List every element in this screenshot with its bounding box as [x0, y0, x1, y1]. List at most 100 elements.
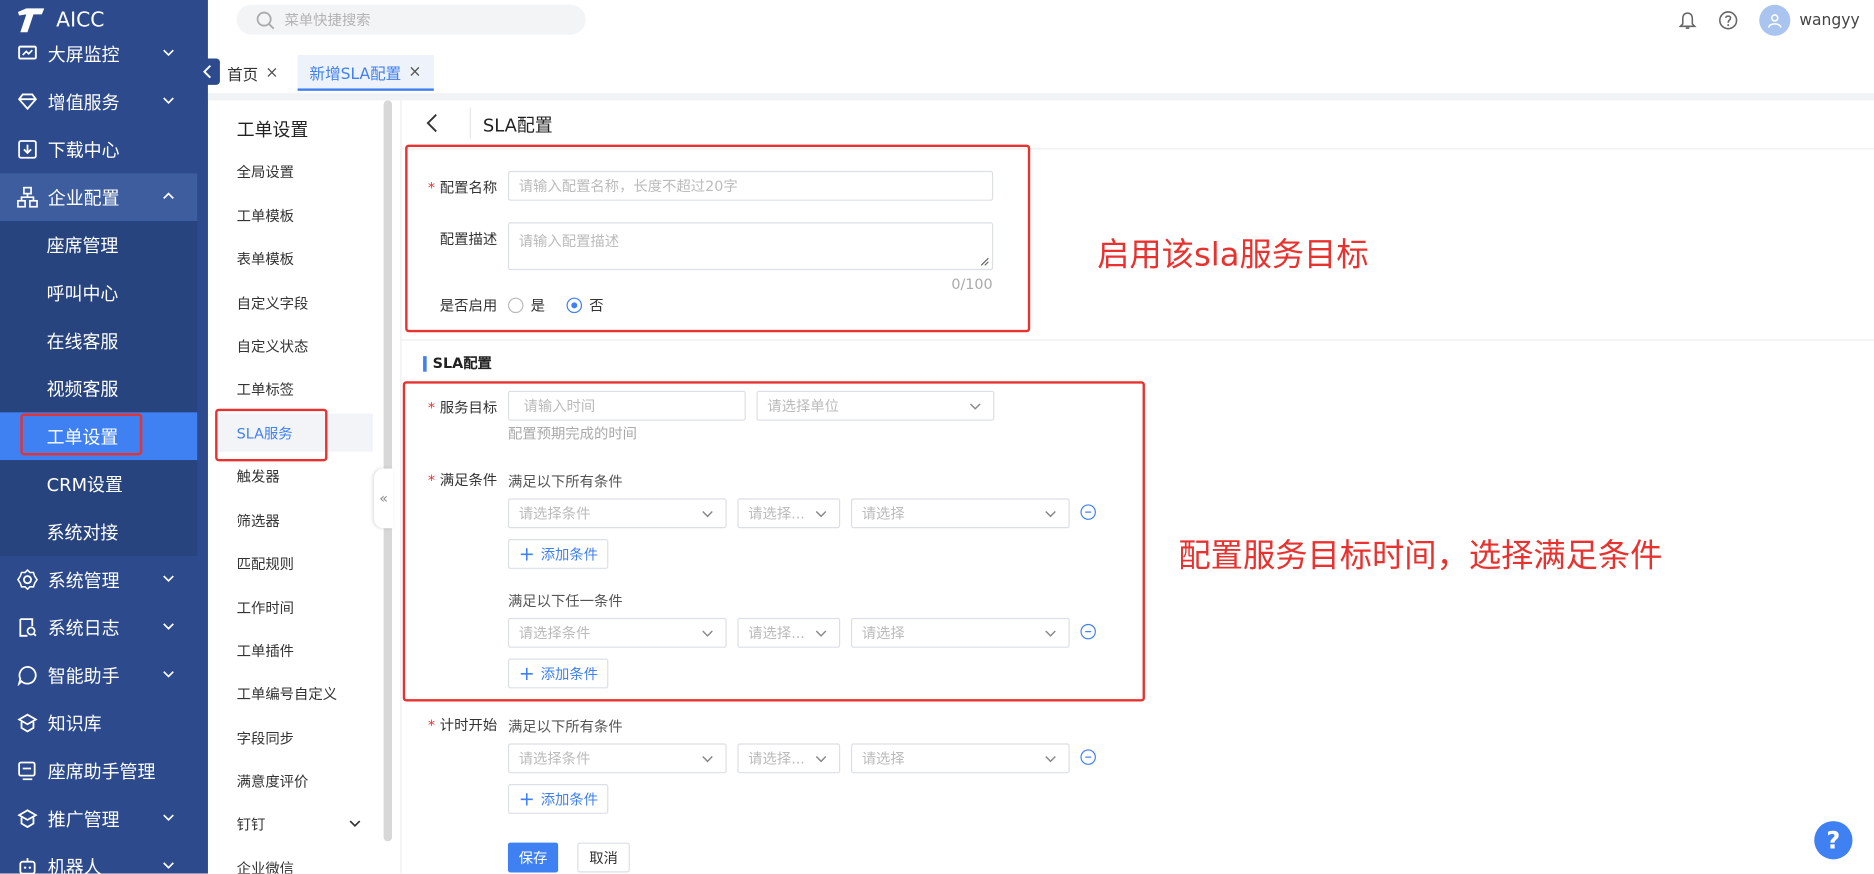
sidebar-subitem-online[interactable]: 在线客服	[0, 316, 198, 365]
floating-help-button[interactable]: ?	[1814, 821, 1853, 860]
settings-nav: 工单设置 全局设置 工单模板 表单模板 自定义字段 自定义状态 工单标签 SLA…	[215, 100, 393, 874]
target-time-input[interactable]: 请输入时间	[507, 390, 746, 421]
close-icon[interactable]: ×	[408, 63, 421, 81]
remove-condition-icon[interactable]	[1080, 623, 1096, 640]
menu-search-input[interactable]: 菜单快捷搜索	[236, 4, 586, 35]
sidebar-subitem-video[interactable]: 视频客服	[0, 364, 198, 413]
org-icon	[17, 186, 38, 208]
plus-icon: +	[518, 542, 535, 565]
settings-nav-item[interactable]: 企业微信	[215, 849, 373, 874]
operator-select[interactable]: 请选择...	[737, 498, 841, 529]
required-asterisk: *	[427, 179, 436, 197]
operator-select[interactable]: 请选择...	[737, 743, 841, 774]
settings-nav-item[interactable]: 满意度评价	[215, 761, 373, 799]
sidebar-item-monitor[interactable]: 大屏监控	[0, 30, 197, 78]
radio-enable-yes[interactable]: 是	[507, 295, 545, 315]
value-select[interactable]: 请选择	[850, 617, 1070, 648]
sidebar-subitem-callcenter[interactable]: 呼叫中心	[0, 268, 198, 317]
settings-nav-item[interactable]: 表单模板	[215, 239, 373, 277]
radio-enable-no[interactable]: 否	[566, 295, 604, 315]
conditions-label: * 满足条件	[423, 470, 497, 490]
sidebar-item-label: 系统日志	[47, 617, 120, 639]
sidebar-item-label: 企业配置	[47, 187, 120, 209]
settings-nav-item-sla[interactable]: SLA服务	[215, 413, 373, 452]
sidebar-subitem-integration[interactable]: 系统对接	[0, 507, 198, 556]
settings-nav-item[interactable]: 工单编号自定义	[215, 674, 373, 712]
user-icon	[1767, 14, 1781, 28]
config-desc-textarea[interactable]: 请输入配置描述	[507, 222, 994, 271]
username[interactable]: wangyy	[1799, 11, 1859, 29]
nav-collapse-handle[interactable]: «	[374, 468, 394, 529]
sidebar-subitem-label: 系统对接	[46, 521, 119, 544]
remove-condition-icon[interactable]	[1080, 749, 1096, 765]
add-condition-button[interactable]: + 添加条件	[507, 658, 609, 689]
sidebar-item-label: 智能助手	[47, 665, 120, 687]
chevron-down-icon	[702, 511, 713, 518]
settings-nav-item[interactable]: 工作时间	[215, 588, 373, 626]
settings-nav-item[interactable]: 筛选器	[215, 501, 373, 539]
sidebar-subitem-seat[interactable]: 座席管理	[0, 221, 198, 269]
condition-select[interactable]: 请选择条件	[507, 617, 727, 648]
settings-nav-item-dingtalk[interactable]: 钉钉	[215, 804, 373, 842]
select-placeholder: 请选择条件	[518, 625, 591, 642]
sidebar-item-system-log[interactable]: 系统日志	[0, 604, 197, 652]
settings-nav-item[interactable]: 匹配规则	[215, 544, 373, 582]
main-content: SLA配置 * 配置名称 请输入配置名称，长度不超过20字 配置描述 请输入配置描…	[400, 100, 1874, 874]
avatar[interactable]	[1758, 4, 1790, 36]
remove-condition-icon[interactable]	[1080, 504, 1096, 520]
operator-select[interactable]: 请选择...	[737, 617, 841, 648]
sidebar: AICC 大屏监控 增值服务 下载中心 企业配置 座席管理 呼叫中心 在线客服 …	[0, 0, 208, 874]
bell-icon[interactable]	[1677, 11, 1697, 30]
radio-label: 否	[589, 297, 604, 315]
tab-bar: 首页 × 新增SLA配置 ×	[196, 50, 1874, 94]
chevron-down-icon	[969, 403, 981, 410]
settings-nav-item[interactable]: 工单插件	[215, 631, 373, 669]
settings-nav-item[interactable]: 字段同步	[215, 718, 373, 756]
sidebar-item-system[interactable]: 系统管理	[0, 556, 197, 604]
tab-home[interactable]: 首页 ×	[215, 55, 290, 91]
settings-nav-item[interactable]: 自定义状态	[215, 326, 373, 364]
target-unit-select[interactable]: 请选择单位	[756, 390, 995, 421]
value-select[interactable]: 请选择	[850, 743, 1070, 774]
add-condition-button[interactable]: + 添加条件	[507, 539, 609, 569]
condition-select[interactable]: 请选择条件	[507, 498, 727, 529]
save-button[interactable]: 保存	[507, 842, 559, 873]
settings-nav-item[interactable]: 工单模板	[215, 196, 373, 234]
sidebar-item-smart-assistant[interactable]: 智能助手	[0, 651, 197, 699]
select-placeholder: 请选择单位	[767, 397, 840, 415]
sidebar-item-knowledge[interactable]: 知识库	[0, 699, 197, 747]
resize-handle-icon[interactable]	[980, 257, 990, 267]
button-label: 添加条件	[540, 791, 599, 808]
sidebar-item-download[interactable]: 下载中心	[0, 125, 197, 173]
sidebar-subitem-ticket-settings[interactable]: 工单设置	[0, 412, 198, 461]
condition-select[interactable]: 请选择条件	[507, 743, 727, 774]
settings-nav-item[interactable]: 自定义字段	[215, 283, 373, 321]
section-title: SLA配置	[423, 356, 492, 372]
label-text: 满足条件	[439, 472, 498, 489]
select-placeholder: 请选择	[861, 505, 905, 523]
cancel-button[interactable]: 取消	[577, 842, 630, 873]
robot-icon	[19, 858, 36, 874]
sidebar-item-promotion[interactable]: 推广管理	[0, 795, 197, 843]
sidebar-item-enterprise-config[interactable]: 企业配置	[0, 173, 198, 222]
sidebar-item-robot[interactable]: 机器人	[0, 843, 197, 874]
top-header: 菜单快捷搜索 wangyy	[207, 0, 1874, 51]
add-condition-button[interactable]: + 添加条件	[507, 784, 609, 814]
settings-nav-item[interactable]: 触发器	[215, 457, 373, 495]
sidebar-item-label: 下载中心	[47, 139, 120, 161]
sidebar-item-label: 大屏监控	[47, 43, 120, 66]
help-circle-icon[interactable]	[1718, 11, 1737, 30]
sidebar-item-value-added[interactable]: 增值服务	[0, 78, 197, 126]
sidebar-subitem-crm[interactable]: CRM设置	[0, 460, 198, 508]
value-select[interactable]: 请选择	[850, 498, 1070, 529]
tab-new-sla[interactable]: 新增SLA配置 ×	[297, 54, 434, 91]
settings-nav-item[interactable]: 工单标签	[215, 369, 373, 407]
config-name-input[interactable]: 请输入配置名称，长度不超过20字	[507, 170, 994, 201]
close-icon[interactable]: ×	[265, 64, 278, 82]
sidebar-item-label: 增值服务	[47, 91, 120, 113]
sidebar-item-seat-assistant[interactable]: 座席助手管理	[0, 747, 197, 795]
back-arrow-icon[interactable]	[423, 112, 442, 134]
settings-nav-item[interactable]: 全局设置	[215, 152, 373, 190]
chat-icon	[17, 665, 37, 687]
knowledge-icon	[17, 713, 38, 733]
